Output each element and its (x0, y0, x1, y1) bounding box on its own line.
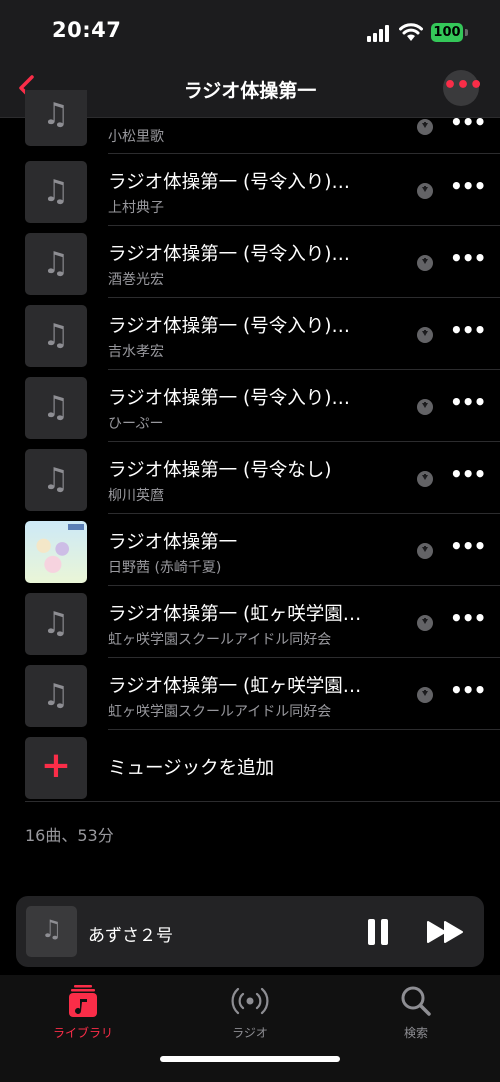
track-row[interactable]: ♫ 小松里歌 ••• (0, 90, 500, 154)
track-artist: 虹ヶ咲学園スクールアイドル同好会 (108, 704, 332, 720)
track-artwork: ♫ (25, 305, 87, 367)
track-row[interactable]: ♫ ラジオ体操第一 (号令入り)… 吉水孝宏 ••• (0, 298, 500, 370)
track-more-button[interactable]: ••• (450, 678, 486, 702)
add-music-label: ミュージックを追加 (108, 758, 275, 779)
track-artist: 柳川英麿 (108, 488, 164, 504)
track-artist: 虹ヶ咲学園スクールアイドル同好会 (108, 632, 332, 648)
track-more-button[interactable]: ••• (450, 462, 486, 486)
track-artist: 吉水孝宏 (108, 344, 164, 360)
music-note-icon: ♫ (42, 678, 70, 713)
track-more-button[interactable]: ••• (450, 390, 486, 414)
music-note-icon: ♫ (42, 390, 70, 425)
track-row[interactable]: ♫ ラジオ体操第一 (号令入り)… ひーぷー ••• (0, 370, 500, 442)
music-note-icon: ♫ (42, 246, 70, 281)
battery-tip (465, 29, 468, 36)
fast-forward-button[interactable] (426, 920, 466, 944)
track-more-button[interactable]: ••• (450, 534, 486, 558)
tab-radio-label: ラジオ (232, 1026, 268, 1040)
track-artist: 小松里歌 (108, 129, 164, 145)
track-row[interactable]: ♫ ラジオ体操第一 (号令入り)… 上村典子 ••• (0, 154, 500, 226)
track-title: ラジオ体操第一 (号令入り)… (108, 388, 350, 409)
track-row[interactable]: ラジオ体操第一 日野茜 (赤崎千夏) ••• (0, 514, 500, 586)
radio-icon (231, 987, 269, 1015)
track-artwork: ♫ (25, 593, 87, 655)
home-indicator (160, 1056, 340, 1062)
track-artwork: ♫ (25, 161, 87, 223)
track-title: ラジオ体操第一 (虹ヶ咲学園… (108, 676, 362, 697)
tab-search-label: 検索 (403, 1026, 428, 1040)
downloaded-icon (417, 543, 433, 559)
track-title: ラジオ体操第一 (号令入り)… (108, 172, 350, 193)
tab-bar: ライブラリ ラジオ 検索 (0, 975, 500, 1082)
track-title: ラジオ体操第一 (号令入り)… (108, 244, 350, 265)
tab-radio[interactable]: ラジオ (190, 983, 310, 1041)
track-title: ラジオ体操第一 (虹ヶ咲学園… (108, 604, 362, 625)
mini-player[interactable]: ♫ あずさ２号 (16, 896, 484, 967)
track-artwork: ♫ (25, 449, 87, 511)
track-artist: 酒巻光宏 (108, 272, 164, 288)
music-note-icon: ♫ (42, 462, 70, 497)
now-playing-title: あずさ２号 (88, 926, 173, 946)
wifi-icon (399, 23, 423, 41)
music-note-icon: ♫ (42, 318, 70, 353)
track-title: ラジオ体操第一 (号令なし) (108, 460, 332, 481)
downloaded-icon (417, 471, 433, 487)
track-artist: 上村典子 (108, 200, 164, 216)
tab-search[interactable]: 検索 (356, 983, 476, 1041)
track-row[interactable]: ♫ ラジオ体操第一 (号令入り)… 酒巻光宏 ••• (0, 226, 500, 298)
track-more-button[interactable]: ••• (450, 174, 486, 198)
downloaded-icon (417, 255, 433, 271)
track-more-button[interactable]: ••• (450, 110, 486, 134)
track-more-button[interactable]: ••• (450, 318, 486, 342)
library-icon (69, 985, 97, 1017)
add-icon-tile: + (25, 737, 87, 799)
playlist-summary: 16曲、53分 (25, 826, 114, 845)
cellular-signal-icon (367, 24, 391, 42)
track-title: ラジオ体操第一 (号令入り)… (108, 316, 350, 337)
track-row[interactable]: ♫ ラジオ体操第一 (虹ヶ咲学園… 虹ヶ咲学園スクールアイドル同好会 ••• (0, 586, 500, 658)
mini-player-artwork: ♫ (26, 906, 77, 957)
track-artwork: ♫ (25, 665, 87, 727)
track-artwork: ♫ (25, 377, 87, 439)
track-row[interactable]: ♫ ラジオ体操第一 (虹ヶ咲学園… 虹ヶ咲学園スクールアイドル同好会 ••• (0, 658, 500, 730)
track-title: ラジオ体操第一 (108, 532, 238, 553)
search-icon (401, 986, 431, 1016)
track-more-button[interactable]: ••• (450, 246, 486, 270)
track-row[interactable]: ♫ ラジオ体操第一 (号令なし) 柳川英麿 ••• (0, 442, 500, 514)
downloaded-icon (417, 119, 433, 135)
track-artist: 日野茜 (赤崎千夏) (108, 560, 222, 576)
add-music-row[interactable]: + ミュージックを追加 (0, 730, 500, 802)
track-artwork: ♫ (25, 90, 87, 146)
status-time: 20:47 (52, 18, 122, 42)
music-note-icon: ♫ (42, 97, 70, 132)
downloaded-icon (417, 687, 433, 703)
track-more-button[interactable]: ••• (450, 606, 486, 630)
status-bar: 20:47 100 (0, 0, 500, 60)
downloaded-icon (417, 615, 433, 631)
pause-button[interactable] (368, 919, 388, 945)
album-cover-image (25, 521, 87, 583)
plus-icon: + (40, 745, 72, 786)
row-divider (25, 801, 500, 802)
track-artist: ひーぷー (108, 416, 164, 432)
music-note-icon: ♫ (40, 915, 63, 943)
tab-library[interactable]: ライブラリ (23, 983, 143, 1041)
downloaded-icon (417, 399, 433, 415)
tab-library-label: ライブラリ (52, 1026, 113, 1040)
music-note-icon: ♫ (42, 606, 70, 641)
downloaded-icon (417, 183, 433, 199)
downloaded-icon (417, 327, 433, 343)
battery-icon: 100 (431, 23, 463, 42)
track-artwork: ♫ (25, 233, 87, 295)
music-note-icon: ♫ (42, 174, 70, 209)
